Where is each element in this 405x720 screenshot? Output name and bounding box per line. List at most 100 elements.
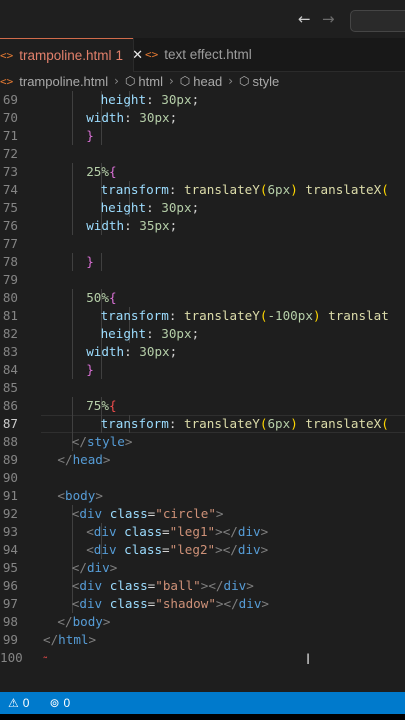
code-token: "leg2"	[169, 542, 216, 557]
problems-indicator[interactable]: ⚠ 0	[8, 696, 29, 710]
code-line[interactable]: 77	[0, 235, 405, 253]
code-line[interactable]: 83 width: 30px;	[0, 343, 405, 361]
code-token: div	[237, 524, 261, 539]
code-token: 25%	[86, 164, 109, 179]
code-line[interactable]: 87 transform: translateY(6px) translateX(	[0, 415, 405, 433]
indent-guide	[71, 325, 73, 343]
breadcrumb-item-head[interactable]: head	[193, 74, 222, 89]
code-token: class	[109, 506, 148, 521]
breadcrumb-item-style[interactable]: style	[253, 74, 280, 89]
code-line[interactable]: 93 <div class="leg1"></div>	[0, 523, 405, 541]
code-line[interactable]: 94 <div class="leg2"></div>	[0, 541, 405, 559]
code-line[interactable]: 80 50%{	[0, 289, 405, 307]
code-text: </html>	[43, 631, 96, 649]
code-line[interactable]: 86 75%{	[0, 397, 405, 415]
code-token: "shadow"	[155, 596, 216, 611]
code-text: <div class="ball"></div>	[72, 577, 254, 595]
code-token: (	[381, 416, 389, 431]
code-text: height: 30px;	[101, 91, 200, 109]
code-token: ;	[169, 110, 178, 125]
code-token: </	[57, 452, 73, 467]
indent-guide	[100, 127, 102, 145]
problem-count-badge: 1	[115, 48, 124, 63]
line-number: 86	[2, 398, 18, 413]
indent-guide	[71, 397, 73, 415]
code-line[interactable]: 97 <div class="shadow"></div>	[0, 595, 405, 613]
code-token: <	[86, 524, 94, 539]
ports-indicator[interactable]: ⊚ 0	[49, 696, 70, 710]
breadcrumb-item-html[interactable]: html	[138, 74, 163, 89]
code-line[interactable]: 71}	[0, 127, 405, 145]
code-token: :	[168, 308, 185, 323]
code-token: translat	[328, 308, 389, 323]
indent-guide	[71, 361, 73, 379]
command-center-search[interactable]	[350, 10, 405, 32]
line-number: 91	[2, 488, 18, 503]
error-squiggle: ˜	[42, 655, 49, 668]
code-line[interactable]: 84}	[0, 361, 405, 379]
code-token: {	[108, 290, 117, 305]
code-token: div	[93, 524, 117, 539]
breadcrumb-file[interactable]: trampoline.html	[19, 74, 108, 89]
code-line[interactable]: 69 height: 30px;	[0, 91, 405, 109]
code-token: >	[215, 506, 224, 521]
code-line[interactable]: 85	[0, 379, 405, 397]
line-number: 94	[2, 542, 18, 557]
code-text: 50%{	[86, 289, 116, 307]
code-line[interactable]: 78}	[0, 253, 405, 271]
code-token: translateX	[305, 182, 382, 197]
code-line[interactable]: 98 </body>	[0, 613, 405, 631]
indent-guide	[71, 217, 73, 235]
tab-text-effect[interactable]: <> text effect.html	[133, 38, 264, 71]
code-line[interactable]: 74 transform: translateY(6px) translateX(	[0, 181, 405, 199]
code-token: ;	[191, 326, 200, 341]
code-token: body	[64, 488, 96, 503]
code-line[interactable]: 99 </html>	[0, 631, 405, 649]
code-token: width	[86, 344, 125, 359]
code-line[interactable]: 79	[0, 271, 405, 289]
code-token: :	[124, 110, 140, 125]
code-line[interactable]: 92 <div class="circle">	[0, 505, 405, 523]
code-token: div	[238, 596, 262, 611]
code-line[interactable]: 82 height: 30px;	[0, 325, 405, 343]
tab-trampoline[interactable]: <> trampoline.html 1 ✕	[0, 38, 143, 72]
code-line[interactable]: 73 25%{	[0, 163, 405, 181]
code-editor[interactable]: 69 height: 30px; 70 width: 30px; 71} 72 73 25%{…	[0, 91, 405, 692]
code-line[interactable]: 100	[0, 649, 405, 667]
code-line[interactable]: 90	[0, 469, 405, 487]
code-token: :	[146, 92, 162, 107]
indent-guide	[71, 253, 73, 271]
arrow-left-icon[interactable]: ←	[298, 10, 311, 28]
indent-guide	[71, 163, 73, 181]
code-text: width: 35px;	[86, 217, 177, 235]
code-line[interactable]: 96 <div class="ball"></div>	[0, 577, 405, 595]
line-number: 77	[2, 236, 18, 251]
line-number: 76	[2, 218, 18, 233]
code-line[interactable]: 81 transform: translateY(-100px) translat	[0, 307, 405, 325]
warning-icon: ⚠	[8, 696, 19, 710]
line-number: 74	[2, 182, 18, 197]
code-line[interactable]: 91 <body>	[0, 487, 405, 505]
code-token: )	[290, 182, 298, 197]
code-line[interactable]: 75 height: 30px;	[0, 199, 405, 217]
code-token: ></	[200, 578, 224, 593]
code-line[interactable]: 70 width: 30px;	[0, 109, 405, 127]
code-token: div	[79, 596, 103, 611]
code-token: class	[124, 542, 163, 557]
html-file-icon: <>	[0, 49, 14, 62]
code-text: </style>	[72, 433, 133, 451]
code-line[interactable]: 76 width: 35px;	[0, 217, 405, 235]
indent-guide	[71, 307, 73, 325]
code-line[interactable]: 72	[0, 145, 405, 163]
arrow-right-icon[interactable]: →	[322, 10, 335, 28]
tab-label: text effect.html	[164, 47, 252, 62]
code-line[interactable]: 88 </style>	[0, 433, 405, 451]
code-token: height	[100, 326, 147, 341]
code-line[interactable]: 95 </div>	[0, 559, 405, 577]
code-token: div	[79, 578, 103, 593]
code-line[interactable]: 89 </head>	[0, 451, 405, 469]
screen-edge	[0, 714, 405, 720]
code-token: </	[43, 632, 59, 647]
line-number: 92	[2, 506, 18, 521]
